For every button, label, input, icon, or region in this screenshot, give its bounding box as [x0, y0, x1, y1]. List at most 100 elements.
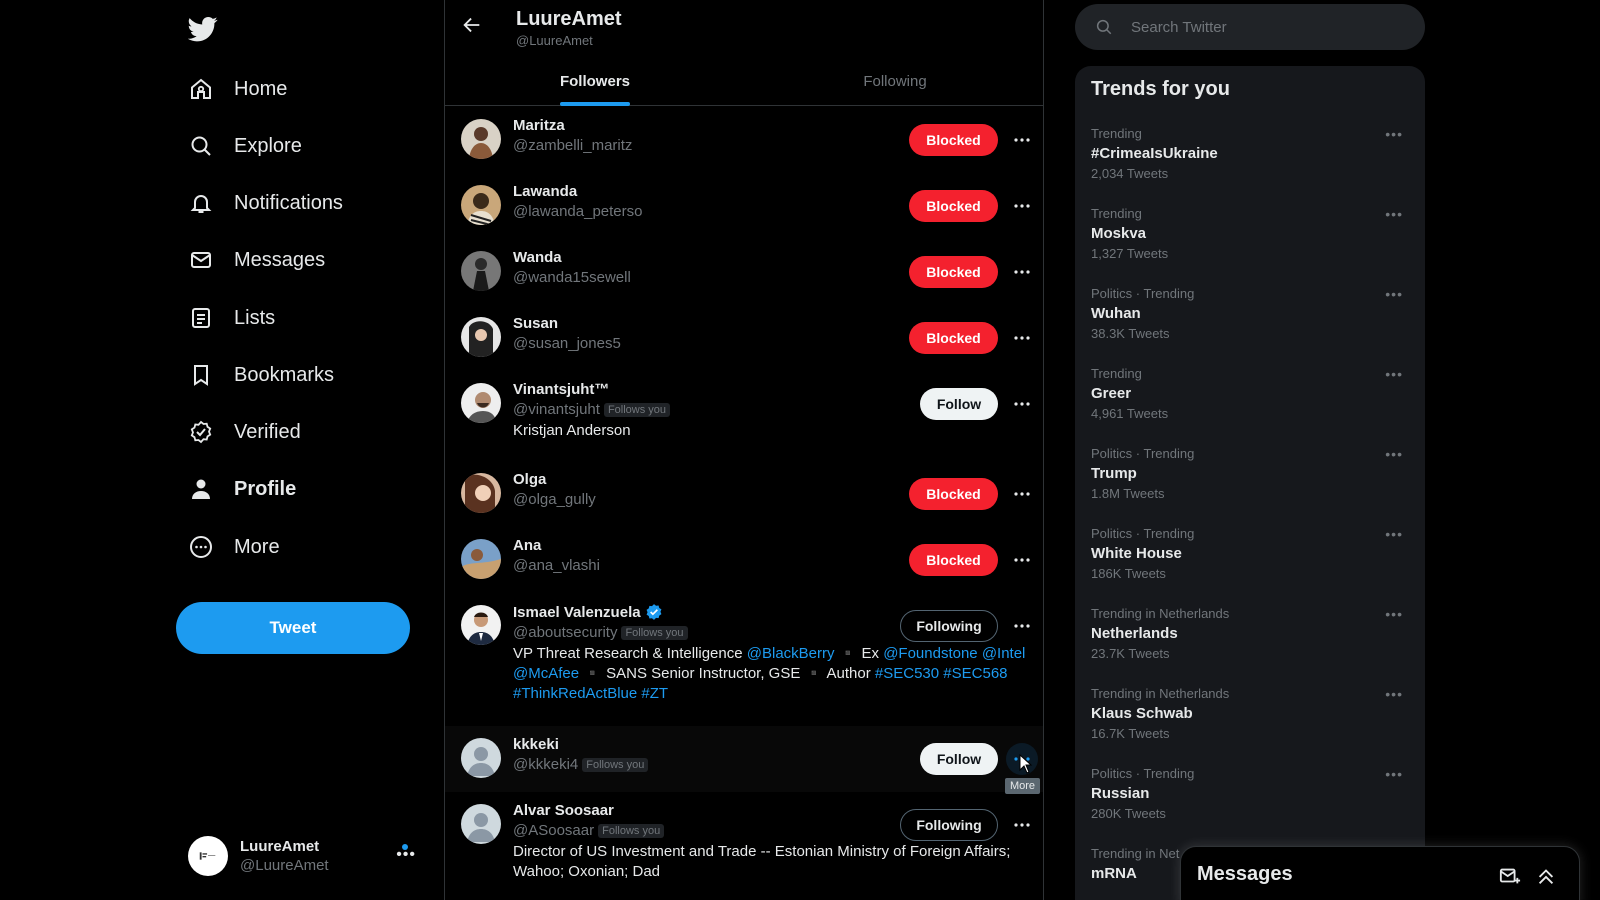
user-row[interactable]: Lawanda @lawanda_peterso Blocked: [445, 173, 1043, 239]
hashtag-link[interactable]: #SEC568: [943, 665, 1007, 682]
blocked-button[interactable]: Blocked: [909, 190, 998, 222]
profile-header: LuureAmet @LuureAmet Followers Following: [445, 0, 1043, 106]
user-row[interactable]: Maritza @zambelli_maritz Blocked: [445, 107, 1043, 173]
trend-more-icon[interactable]: •••: [1385, 446, 1403, 462]
more-icon[interactable]: [1011, 549, 1033, 571]
trend-item[interactable]: Trending #CrimeaIsUkraine 2,034 Tweets •…: [1091, 126, 1411, 181]
user-row[interactable]: kkkeki @kkkeki4 Follows you Follow More: [445, 726, 1043, 794]
hashtag-link[interactable]: #ThinkRedActBlue: [513, 685, 637, 702]
following-button[interactable]: Following: [900, 809, 998, 841]
more-icon[interactable]: [1011, 615, 1033, 637]
blocked-button[interactable]: Blocked: [909, 478, 998, 510]
trend-more-icon[interactable]: •••: [1385, 126, 1403, 142]
trend-more-icon[interactable]: •••: [1385, 206, 1403, 222]
user-handle: @vinantsjuht: [513, 401, 600, 418]
user-row[interactable]: Wanda @wanda15sewell Blocked: [445, 239, 1043, 305]
expand-up-icon[interactable]: [1535, 865, 1557, 887]
search-input[interactable]: Search Twitter: [1075, 4, 1425, 50]
trend-context: Trending in Netherlands: [1091, 686, 1230, 701]
follows-you-badge: Follows you: [621, 625, 688, 640]
user-row[interactable]: Ana @ana_vlashi Blocked: [445, 527, 1043, 593]
follow-button[interactable]: Follow: [920, 743, 998, 775]
trend-item[interactable]: Trending in Netherlands Klaus Schwab 16.…: [1091, 686, 1411, 741]
nav-verified-label: Verified: [234, 420, 301, 443]
user-handle: @kkkeki4: [513, 756, 579, 773]
trend-count: 1.8M Tweets: [1091, 486, 1165, 501]
hashtag-link[interactable]: #SEC530: [875, 665, 939, 682]
ellipsis-icon: •••: [396, 846, 416, 863]
nav-notifications-label: Notifications: [234, 191, 343, 214]
trend-more-icon[interactable]: •••: [1385, 766, 1403, 782]
trend-more-icon[interactable]: •••: [1385, 606, 1403, 622]
more-icon[interactable]: [1011, 327, 1033, 349]
following-button[interactable]: Following: [900, 610, 998, 642]
left-nav: Home Explore Notifications Messages List…: [176, 0, 444, 900]
mention-link[interactable]: @McAfee: [513, 665, 579, 682]
user-row[interactable]: Ismael Valenzuela @aboutsecurity Follows …: [445, 593, 1043, 726]
more-icon[interactable]: [1011, 483, 1033, 505]
more-icon[interactable]: [1011, 393, 1033, 415]
follow-button[interactable]: Follow: [920, 388, 998, 420]
blocked-button[interactable]: Blocked: [909, 544, 998, 576]
trend-item[interactable]: Trending Moskva 1,327 Tweets •••: [1091, 206, 1411, 261]
nav-verified[interactable]: Verified: [188, 408, 301, 456]
blocked-button[interactable]: Blocked: [909, 256, 998, 288]
follows-you-badge: Follows you: [598, 823, 665, 838]
nav-explore-label: Explore: [234, 134, 302, 157]
trend-name: Wuhan: [1091, 305, 1141, 322]
trend-item[interactable]: Politics · Trending Wuhan 38.3K Tweets •…: [1091, 286, 1411, 341]
avatar: [461, 473, 501, 513]
follows-you-badge: Follows you: [582, 757, 649, 772]
trend-more-icon[interactable]: •••: [1385, 366, 1403, 382]
nav-messages[interactable]: Messages: [188, 236, 325, 284]
mention-link[interactable]: @Foundstone: [883, 645, 977, 662]
user-name[interactable]: Ismael Valenzuela: [513, 604, 641, 621]
more-icon[interactable]: [1011, 261, 1033, 283]
trend-more-icon[interactable]: •••: [1385, 526, 1403, 542]
mention-link[interactable]: @BlackBerry: [747, 645, 835, 662]
nav-profile[interactable]: Profile: [188, 465, 296, 513]
mention-link[interactable]: @Intel: [982, 645, 1026, 662]
user-row[interactable]: Olga @olga_gully Blocked: [445, 461, 1043, 527]
trend-item[interactable]: Politics · Trending Russian 280K Tweets …: [1091, 766, 1411, 821]
trend-context: Politics · Trending: [1091, 446, 1195, 461]
trend-name: Moskva: [1091, 225, 1147, 242]
trend-more-icon[interactable]: •••: [1385, 286, 1403, 302]
avatar: [461, 185, 501, 225]
more-icon[interactable]: [1011, 129, 1033, 151]
back-arrow-icon[interactable]: [461, 14, 483, 36]
blocked-button[interactable]: Blocked: [909, 322, 998, 354]
nav-notifications[interactable]: Notifications: [188, 179, 343, 227]
trend-more-icon[interactable]: •••: [1385, 686, 1403, 702]
more-icon[interactable]: [1011, 195, 1033, 217]
trend-item[interactable]: Trending in Netherlands Netherlands 23.7…: [1091, 606, 1411, 661]
messages-drawer[interactable]: Messages: [1180, 846, 1580, 900]
bookmark-icon: [188, 362, 214, 388]
nav-lists[interactable]: Lists: [188, 294, 275, 342]
tweet-button[interactable]: Tweet: [176, 602, 410, 654]
account-switcher[interactable]: LuureAmet @LuureAmet •••: [176, 830, 428, 882]
nav-bookmarks[interactable]: Bookmarks: [188, 351, 334, 399]
nav-more[interactable]: More: [188, 523, 280, 571]
nav-profile-label: Profile: [234, 477, 297, 500]
user-row[interactable]: Alvar Soosaar @ASoosaar Follows you Direc…: [445, 792, 1043, 900]
trend-item[interactable]: Politics · Trending White House 186K Twe…: [1091, 526, 1411, 581]
nav-home[interactable]: Home: [188, 65, 287, 113]
hashtag-link[interactable]: #ZT: [641, 685, 668, 702]
tab-following[interactable]: Following: [745, 56, 1043, 106]
user-row[interactable]: Vinantsjuht™ @vinantsjuht Follows you Kri…: [445, 371, 1043, 461]
nav-more-label: More: [234, 535, 280, 558]
avatar: [461, 738, 501, 778]
blocked-button[interactable]: Blocked: [909, 124, 998, 156]
trend-item[interactable]: Trending Greer 4,961 Tweets •••: [1091, 366, 1411, 421]
more-icon[interactable]: [1011, 814, 1033, 836]
avatar: [188, 836, 228, 876]
user-bio: Kristjan Anderson: [513, 422, 631, 439]
nav-explore[interactable]: Explore: [188, 122, 302, 170]
trend-item[interactable]: Politics · Trending Trump 1.8M Tweets ••…: [1091, 446, 1411, 501]
user-row[interactable]: Susan @susan_jones5 Blocked: [445, 305, 1043, 371]
new-message-icon[interactable]: [1499, 865, 1521, 887]
tab-followers[interactable]: Followers: [445, 56, 745, 106]
user-handle: @olga_gully: [513, 491, 596, 508]
twitter-logo-icon[interactable]: [187, 14, 218, 44]
